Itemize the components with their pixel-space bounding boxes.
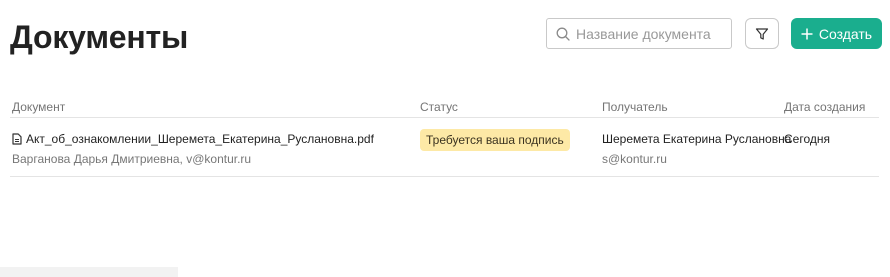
- document-icon: [12, 133, 22, 145]
- create-button-label: Создать: [818, 25, 873, 42]
- document-cell[interactable]: Акт_об_ознакомлении_Шеремета_Екатерина_Р…: [12, 132, 374, 146]
- filter-icon: [755, 27, 769, 40]
- column-header-recipient: Получатель: [602, 100, 668, 114]
- search-field[interactable]: [546, 18, 732, 49]
- recipient-name: Шеремета Екатерина Руслановна: [602, 132, 792, 146]
- creation-date: Сегодня: [784, 132, 830, 146]
- recipient-email: s@kontur.ru: [602, 152, 667, 166]
- plus-icon: [801, 28, 813, 39]
- create-button[interactable]: Создать: [791, 18, 882, 49]
- search-icon: [556, 27, 570, 41]
- column-header-document: Документ: [12, 100, 66, 114]
- documents-table: Документ Статус Получатель Дата создания…: [10, 92, 879, 177]
- column-header-status: Статус: [420, 100, 458, 114]
- search-input[interactable]: [576, 25, 726, 42]
- table-row[interactable]: Акт_об_ознакомлении_Шеремета_Екатерина_Р…: [10, 118, 879, 177]
- table-header: Документ Статус Получатель Дата создания: [10, 92, 879, 118]
- page-title: Документы: [10, 19, 189, 55]
- status-badge: Требуется ваша подпись: [420, 129, 570, 151]
- filter-button[interactable]: [745, 18, 779, 49]
- column-header-date: Дата создания: [784, 100, 866, 114]
- document-author: Варганова Дарья Дмитриевна, v@kontur.ru: [12, 152, 252, 166]
- bottom-strip: [0, 267, 178, 277]
- document-name[interactable]: Акт_об_ознакомлении_Шеремета_Екатерина_Р…: [26, 132, 374, 146]
